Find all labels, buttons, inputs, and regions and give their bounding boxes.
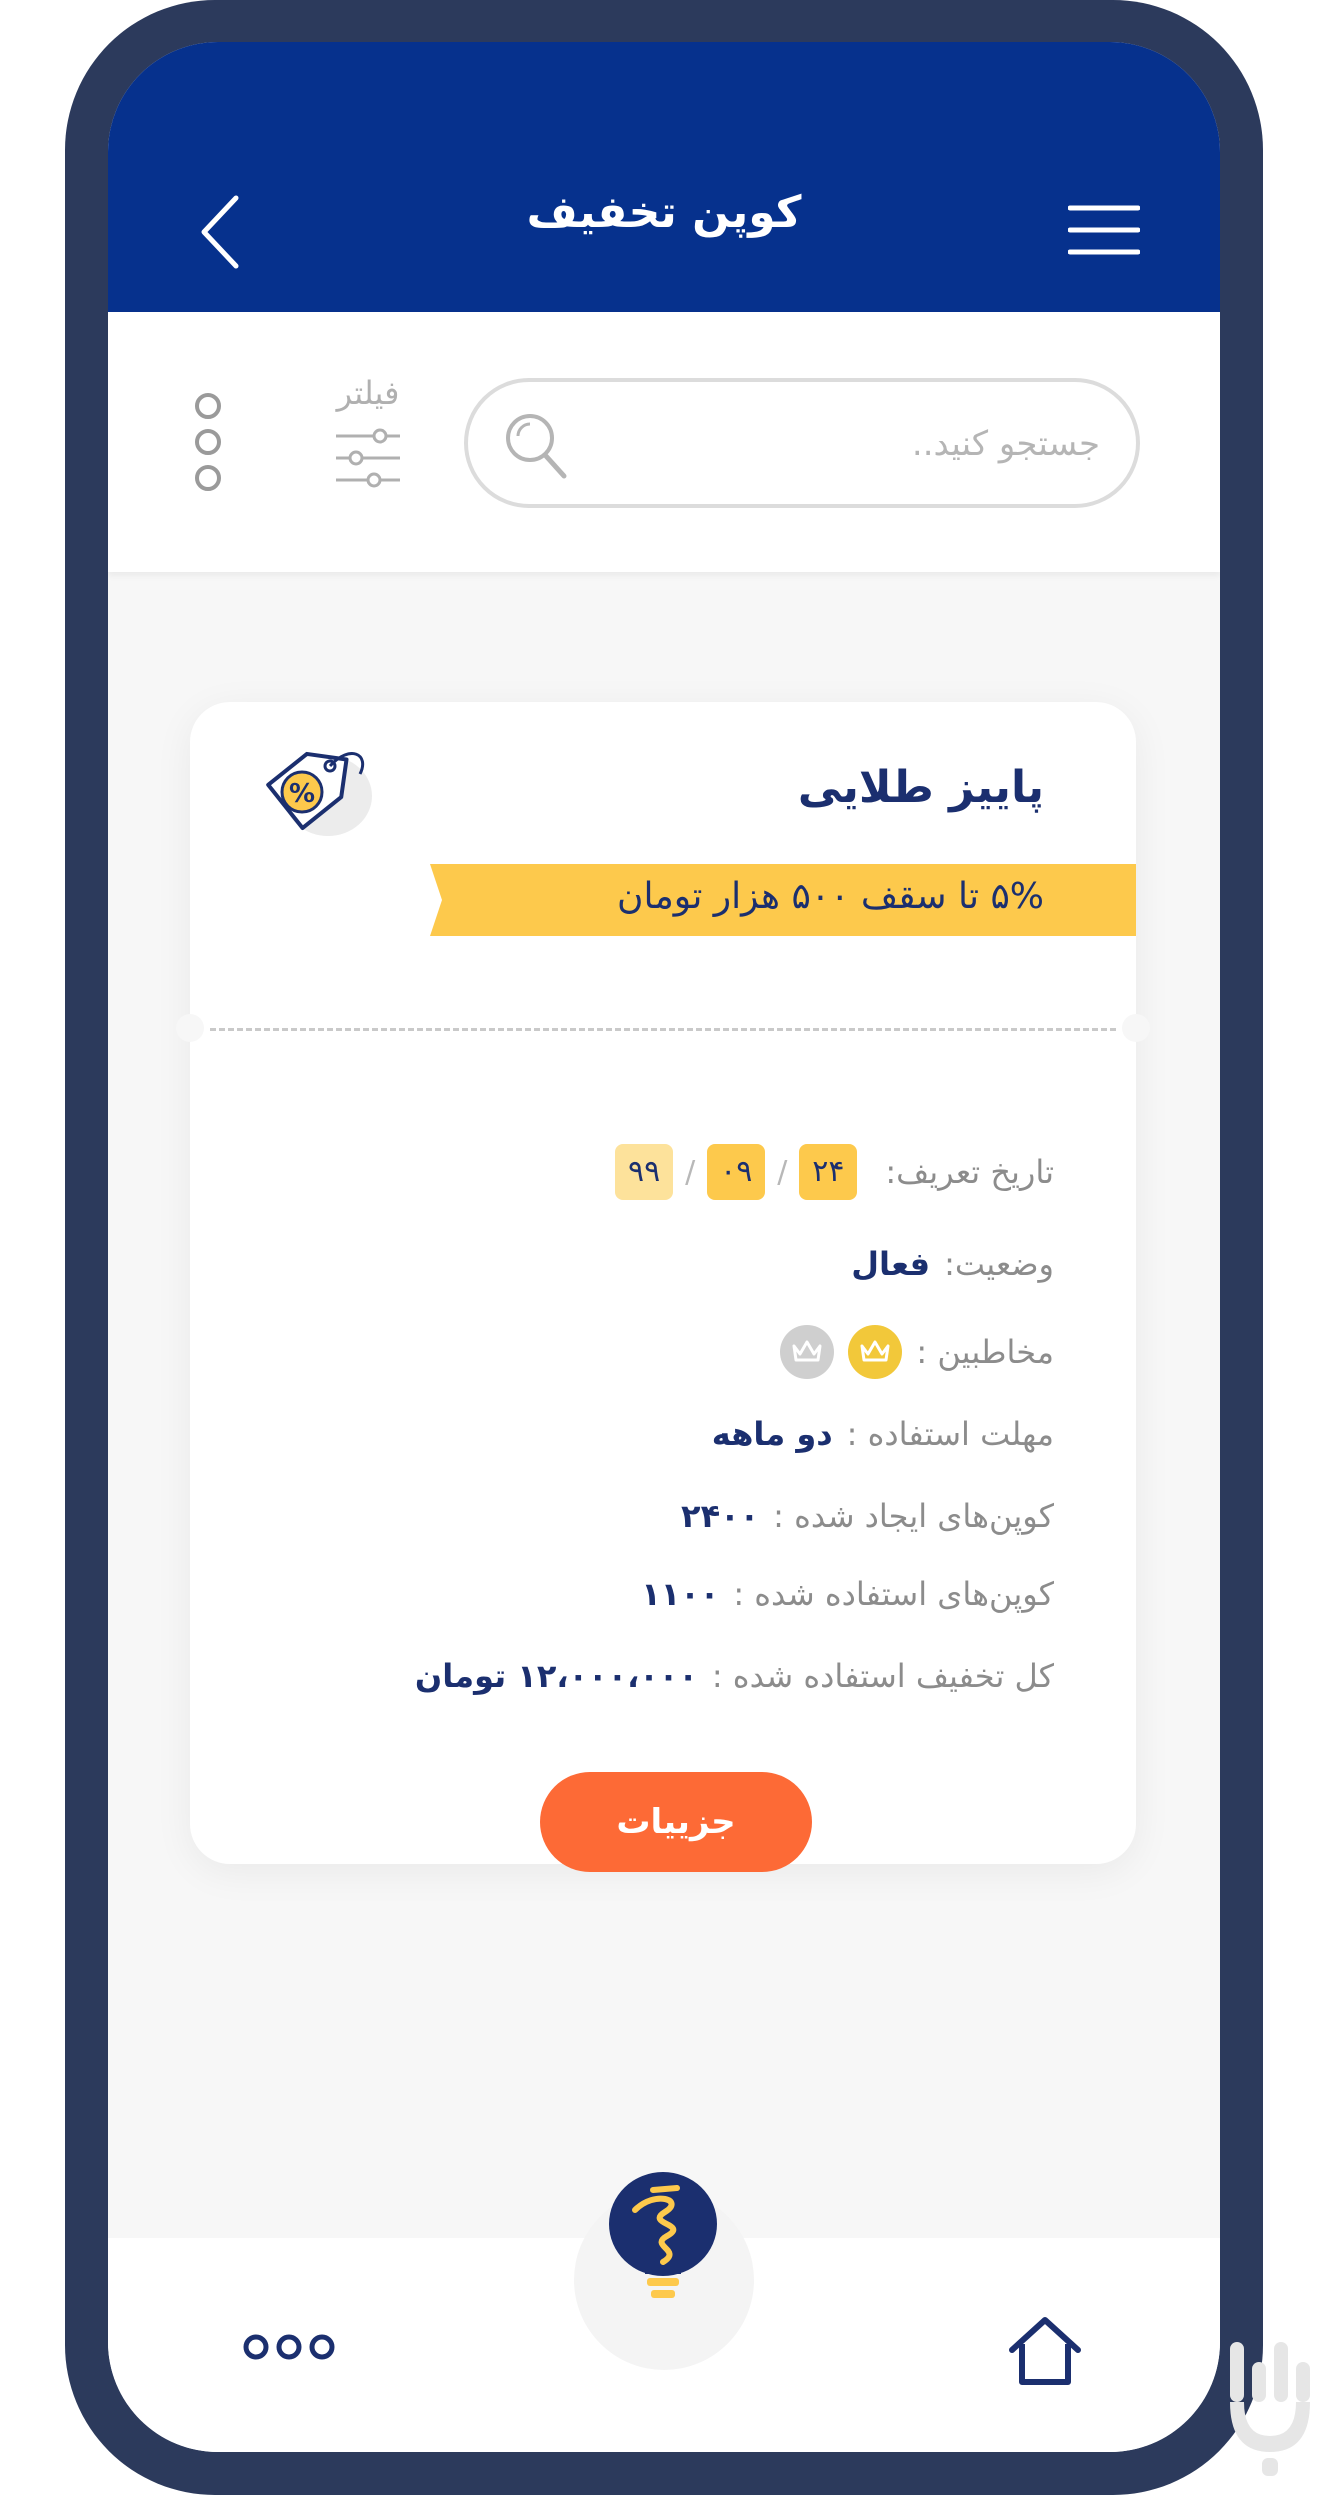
date-label: تاریخ تعریف:	[885, 1153, 1054, 1191]
date-year: ۹۹	[615, 1144, 674, 1200]
used-coupons-value: ۱۱۰۰	[641, 1575, 720, 1613]
date-day: ۲۴	[799, 1144, 858, 1200]
app-screen: کوپن تخفیف فیلتر جستجو کنید.. % پاییز طل…	[108, 42, 1220, 2452]
search-field[interactable]	[464, 378, 1140, 508]
details-button[interactable]: جزییات	[540, 1772, 812, 1872]
crown-icon	[848, 1325, 903, 1379]
used-coupons-row: کوپن‌های استفاده شده : ۱۱۰۰	[641, 1564, 1054, 1624]
status-value: فعال	[851, 1245, 931, 1283]
more-vertical-icon[interactable]	[188, 392, 228, 492]
search-icon	[506, 414, 567, 479]
audience-label: مخاطبین :	[916, 1333, 1054, 1371]
coupon-card: % پاییز طلایی ۵% تا سقف ۵۰۰ هزار تومان ت…	[176, 702, 1150, 1872]
coupon-title: پاییز طلایی	[797, 762, 1044, 813]
hamburger-menu-icon[interactable]	[1068, 204, 1140, 256]
usage-period-row: مهلت استفاده : دو ماهه	[712, 1404, 1054, 1464]
date-row: تاریخ تعریف: ۲۴ / ۰۹ / ۹۹	[607, 1142, 1054, 1202]
usage-period-label: مهلت استفاده :	[846, 1415, 1054, 1453]
created-coupons-row: کوپن‌های ایجاد شده : ۲۴۰۰	[681, 1486, 1054, 1546]
filter-sliders-icon	[336, 428, 400, 488]
crown-icon	[780, 1325, 835, 1379]
dashed-divider	[210, 1028, 1116, 1031]
date-separator: /	[685, 1154, 696, 1190]
more-horizontal-icon[interactable]	[242, 2332, 336, 2362]
lightbulb-icon[interactable]	[605, 2170, 721, 2320]
ticket-notch-left	[176, 1014, 204, 1042]
created-coupons-label: کوپن‌های ایجاد شده :	[773, 1497, 1054, 1535]
used-coupons-label: کوپن‌های استفاده شده :	[733, 1575, 1054, 1613]
status-row: وضعیت: فعال	[851, 1234, 1054, 1294]
ticket-notch-right	[1122, 1014, 1150, 1042]
discount-text: ۵% تا سقف ۵۰۰ هزار تومان	[617, 876, 1044, 917]
store-watermark-icon	[1230, 2342, 1310, 2476]
date-month: ۰۹	[707, 1144, 766, 1200]
discount-tag-icon: %	[266, 751, 372, 836]
top-app-bar: کوپن تخفیف	[108, 42, 1220, 312]
audience-row: مخاطبین :	[780, 1322, 1054, 1382]
search-input[interactable]	[608, 408, 1102, 480]
svg-text:%: %	[289, 779, 315, 809]
page-title: کوپن تخفیف	[526, 187, 802, 238]
usage-period-value: دو ماهه	[711, 1415, 833, 1453]
status-label: وضعیت:	[944, 1245, 1054, 1283]
discount-ribbon: ۵% تا سقف ۵۰۰ هزار تومان	[430, 864, 1136, 936]
total-discount-row: کل تخفیف استفاده شده : ۱۲،۰۰۰،۰۰۰ تومان	[415, 1646, 1054, 1706]
total-discount-value: ۱۲،۰۰۰،۰۰۰ تومان	[414, 1657, 698, 1695]
total-discount-label: کل تخفیف استفاده شده :	[711, 1657, 1054, 1695]
created-coupons-value: ۲۴۰۰	[681, 1497, 760, 1535]
date-separator: /	[777, 1154, 788, 1190]
filter-label: فیلتر	[336, 374, 400, 412]
filter-button[interactable]: فیلتر	[328, 374, 408, 494]
home-icon[interactable]	[1008, 2316, 1082, 2386]
